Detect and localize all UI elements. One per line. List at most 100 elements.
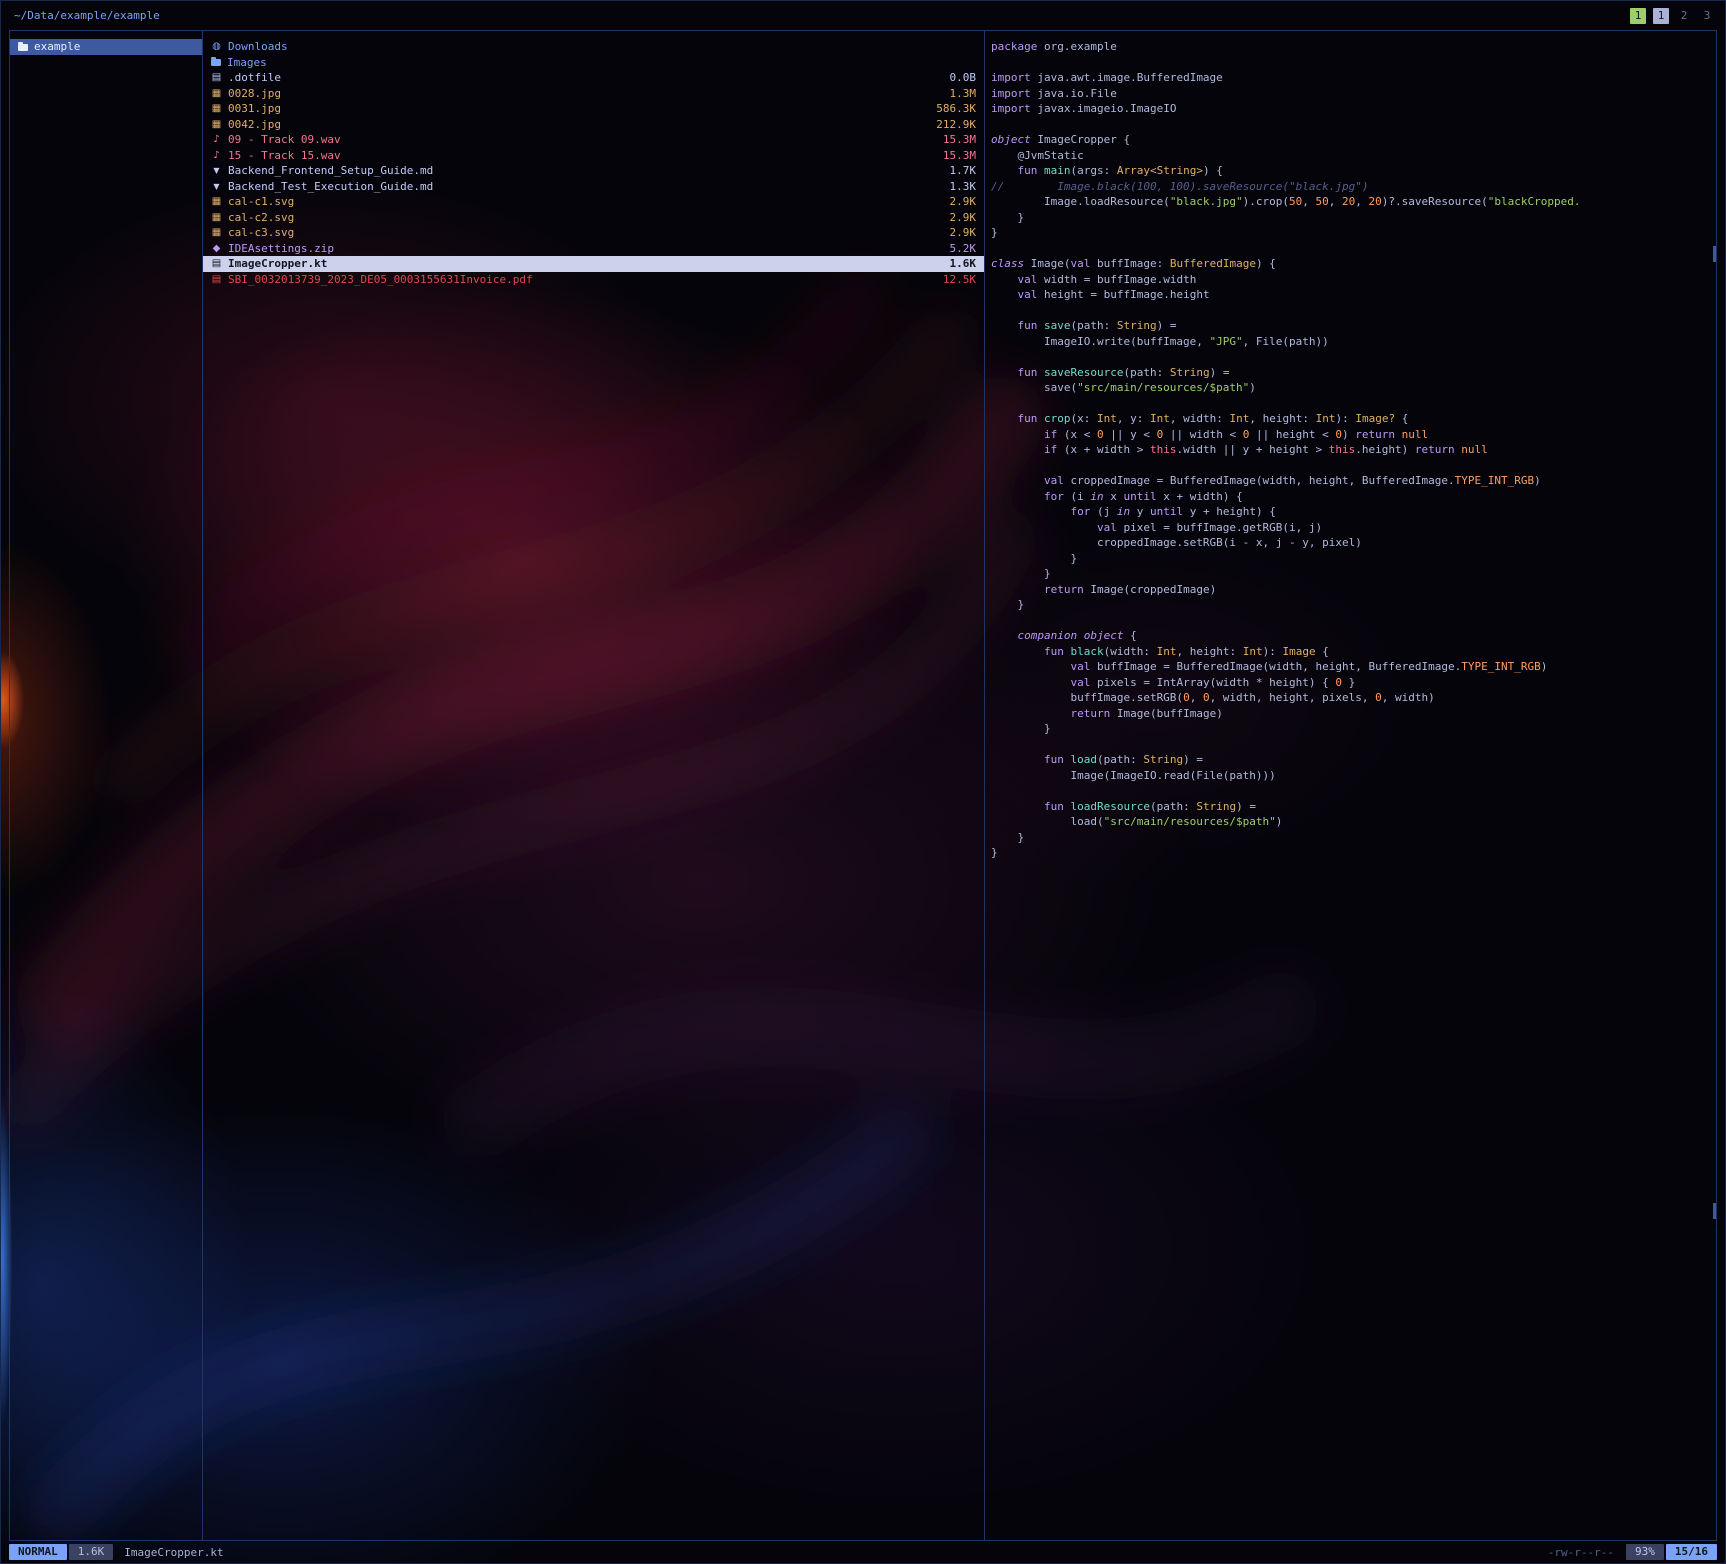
- panes-container: example Downloads Images.dotfile0.0B0028.…: [9, 30, 1717, 1541]
- code-line: Image.loadResource("black.jpg").crop(50,…: [991, 194, 1716, 210]
- code-line: [991, 55, 1716, 71]
- code-line: }: [991, 566, 1716, 582]
- code-line: class Image(val buffImage: BufferedImage…: [991, 256, 1716, 272]
- file-size: 1.3K: [950, 180, 977, 193]
- file-row[interactable]: .dotfile0.0B: [203, 70, 984, 86]
- file-name: Downloads: [228, 40, 288, 53]
- file-name: IDEAsettings.zip: [228, 242, 334, 255]
- breadcrumb-path: ~/Data/example/example: [14, 9, 160, 22]
- code-line: import java.io.File: [991, 86, 1716, 102]
- file-row[interactable]: Images: [203, 55, 984, 71]
- code-line: [991, 458, 1716, 474]
- file-name: .dotfile: [228, 71, 281, 84]
- folder-icon: [211, 59, 221, 66]
- file-name: cal-c3.svg: [228, 226, 294, 239]
- parent-pane[interactable]: example: [10, 31, 202, 1540]
- code-line: load("src/main/resources/$path"): [991, 814, 1716, 830]
- file-size: 1.3M: [950, 87, 977, 100]
- code-line: }: [991, 830, 1716, 846]
- file-row[interactable]: cal-c1.svg2.9K: [203, 194, 984, 210]
- status-file-name: ImageCropper.kt: [124, 1546, 223, 1559]
- file-size: 212.9K: [936, 118, 976, 131]
- file-icon: [211, 72, 222, 83]
- file-size: 12.5K: [943, 273, 976, 286]
- code-line: return Image(croppedImage): [991, 582, 1716, 598]
- code-line: package org.example: [991, 39, 1716, 55]
- download-icon: [211, 41, 222, 52]
- code-line: if (x + width > this.width || y + height…: [991, 442, 1716, 458]
- image-icon: [211, 88, 222, 99]
- file-row[interactable]: IDEAsettings.zip5.2K: [203, 241, 984, 257]
- code-line: }: [991, 225, 1716, 241]
- code-icon: [211, 258, 222, 269]
- file-size: 1.6K: [950, 257, 977, 270]
- tab-1[interactable]: 1: [1653, 8, 1669, 24]
- image-icon: [211, 227, 222, 238]
- archive-icon: [211, 243, 222, 254]
- top-bar: ~/Data/example/example 1123: [1, 1, 1725, 30]
- code-line: if (x < 0 || y < 0 || width < 0 || heigh…: [991, 427, 1716, 443]
- file-row[interactable]: 15 - Track 15.wav15.3M: [203, 148, 984, 164]
- code-line: fun main(args: Array<String>) {: [991, 163, 1716, 179]
- file-row[interactable]: 0031.jpg586.3K: [203, 101, 984, 117]
- tab-3[interactable]: 3: [1699, 8, 1715, 24]
- file-size-badge: 1.6K: [69, 1544, 114, 1560]
- preview-pane[interactable]: package org.example import java.awt.imag…: [984, 31, 1716, 1540]
- code-line: for (j in y until y + height) {: [991, 504, 1716, 520]
- file-size: 15.3M: [943, 133, 976, 146]
- tab-bar: 1123: [1623, 8, 1715, 24]
- code-line: return Image(buffImage): [991, 706, 1716, 722]
- file-row[interactable]: Downloads: [203, 39, 984, 55]
- file-name: 0042.jpg: [228, 118, 281, 131]
- code-line: val pixel = buffImage.getRGB(i, j): [991, 520, 1716, 536]
- file-name: 15 - Track 15.wav: [228, 149, 341, 162]
- code-line: }: [991, 210, 1716, 226]
- code-line: [991, 303, 1716, 319]
- image-icon: [211, 196, 222, 207]
- file-name: cal-c1.svg: [228, 195, 294, 208]
- code-line: [991, 117, 1716, 133]
- file-row[interactable]: cal-c2.svg2.9K: [203, 210, 984, 226]
- file-row[interactable]: Backend_Frontend_Setup_Guide.md 1.7K: [203, 163, 984, 179]
- file-name: Backend_Frontend_Setup_Guide.md: [228, 164, 433, 177]
- file-row[interactable]: cal-c3.svg 2.9K: [203, 225, 984, 241]
- code-line: fun save(path: String) =: [991, 318, 1716, 334]
- code-line: companion object {: [991, 628, 1716, 644]
- markdown-icon: [211, 181, 222, 192]
- parent-dir-label: example: [34, 40, 80, 53]
- file-name: 0028.jpg: [228, 87, 281, 100]
- parent-dir-item[interactable]: example: [10, 39, 202, 55]
- mode-badge: NORMAL: [9, 1544, 67, 1560]
- file-row[interactable]: 0042.jpg 212.9K: [203, 117, 984, 133]
- pdf-icon: [211, 274, 222, 285]
- file-size: 1.7K: [950, 164, 977, 177]
- file-row[interactable]: 0028.jpg 1.3M: [203, 86, 984, 102]
- preview-scrollbar[interactable]: [1713, 246, 1716, 262]
- code-line: @JvmStatic: [991, 148, 1716, 164]
- file-permissions: -rw-r--r--: [1548, 1546, 1614, 1559]
- code-line: ImageIO.write(buffImage, "JPG", File(pat…: [991, 334, 1716, 350]
- tab-2[interactable]: 2: [1676, 8, 1692, 24]
- file-name: Backend_Test_Execution_Guide.md: [228, 180, 433, 193]
- file-row[interactable]: Backend_Test_Execution_Guide.md 1.3K: [203, 179, 984, 195]
- file-size: 586.3K: [936, 102, 976, 115]
- terminal-window: ~/Data/example/example 1123 example Down…: [0, 0, 1726, 1564]
- file-row[interactable]: 09 - Track 09.wav15.3M: [203, 132, 984, 148]
- file-list-scrollbar[interactable]: [1713, 1203, 1716, 1219]
- audio-icon: [211, 134, 222, 145]
- status-right: -rw-r--r-- 93% 15/16: [1548, 1544, 1717, 1560]
- image-icon: [211, 212, 222, 223]
- file-size: 2.9K: [950, 226, 977, 239]
- file-name: SBI_0032013739_2023_DE05_0003155631Invoi…: [228, 273, 533, 286]
- code-line: [991, 783, 1716, 799]
- code-line: [991, 349, 1716, 365]
- file-row[interactable]: SBI_0032013739_2023_DE05_0003155631Invoi…: [203, 272, 984, 288]
- file-row[interactable]: ImageCropper.kt1.6K: [203, 256, 984, 272]
- code-line: fun saveResource(path: String) =: [991, 365, 1716, 381]
- markdown-icon: [211, 165, 222, 176]
- tab-1[interactable]: 1: [1630, 8, 1646, 24]
- code-line: import javax.imageio.ImageIO: [991, 101, 1716, 117]
- code-line: for (i in x until x + width) {: [991, 489, 1716, 505]
- file-list-pane[interactable]: DownloadsImages.dotfile0.0B0028.jpg1.3M0…: [202, 31, 984, 1540]
- code-line: fun crop(x: Int, y: Int, width: Int, hei…: [991, 411, 1716, 427]
